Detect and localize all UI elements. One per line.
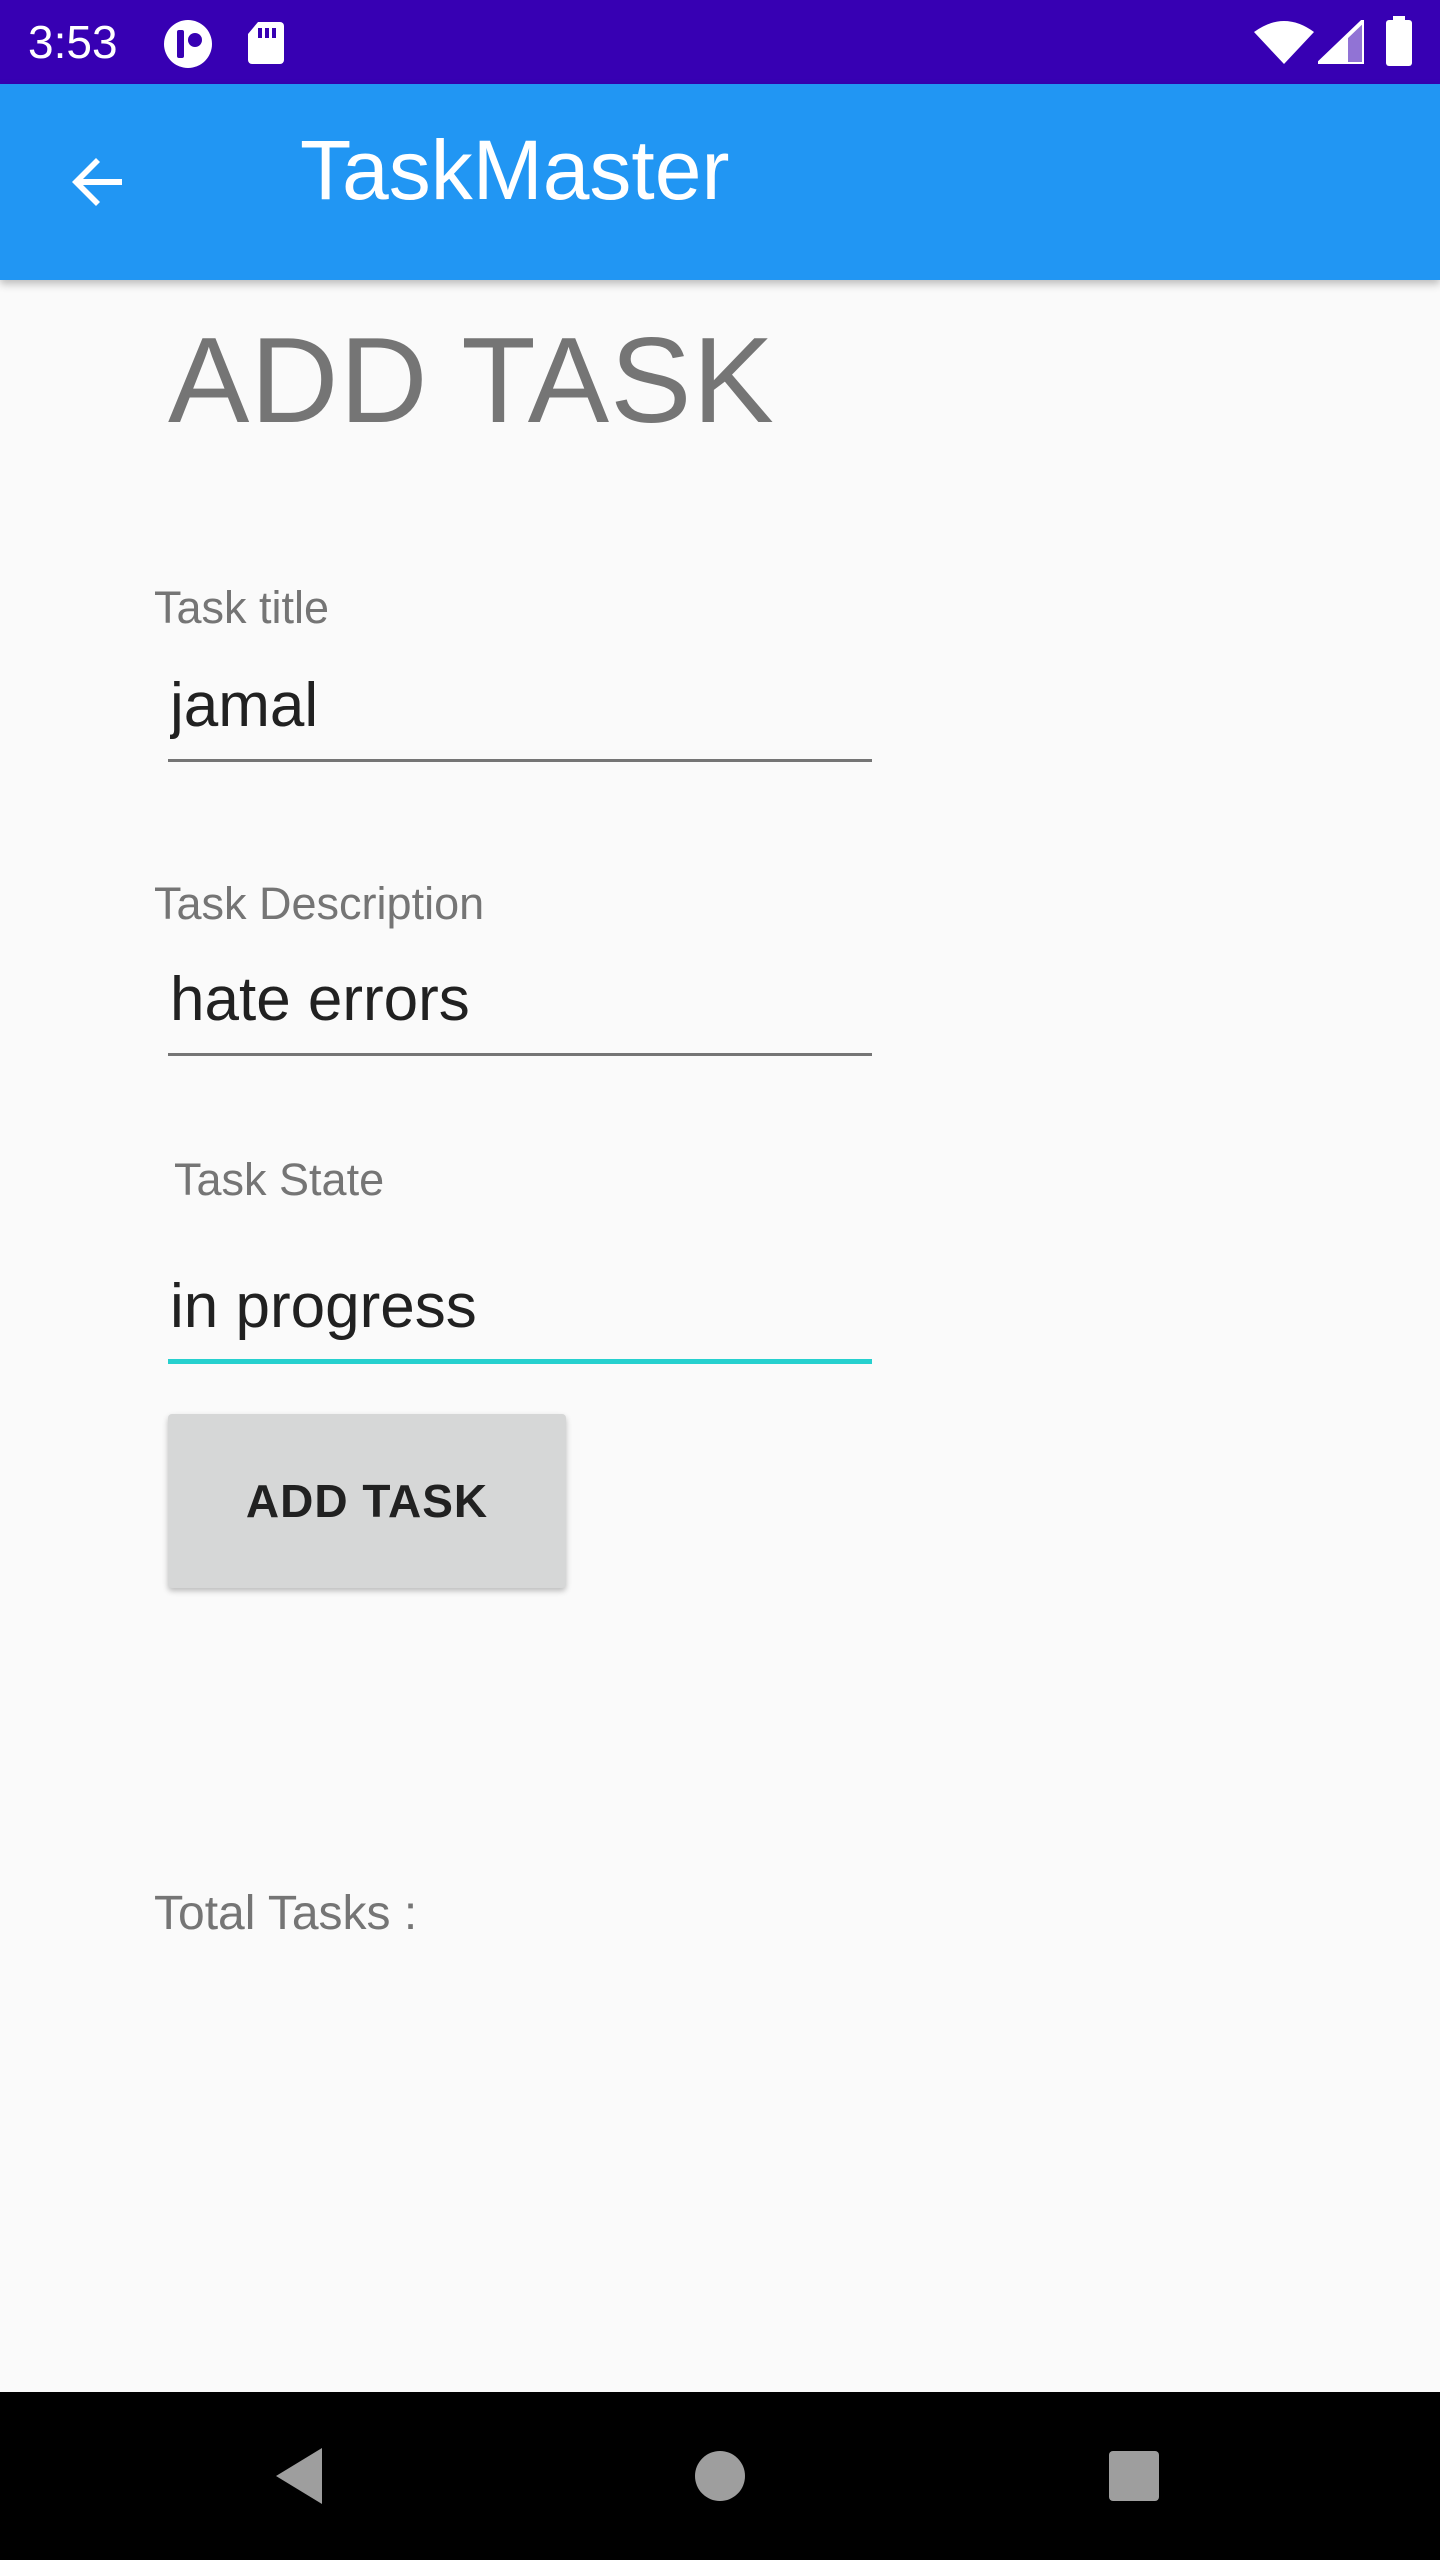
- task-description-input[interactable]: [168, 956, 872, 1056]
- task-state-input[interactable]: [168, 1264, 872, 1364]
- app-bar: TaskMaster: [0, 84, 1440, 280]
- recents-square-icon: [1109, 2451, 1159, 2501]
- task-title-label: Task title: [154, 582, 330, 633]
- add-task-button[interactable]: ADD TASK: [168, 1414, 566, 1588]
- arrow-back-icon: [72, 158, 122, 206]
- battery-icon: [1384, 16, 1414, 71]
- task-title-input[interactable]: [168, 662, 872, 762]
- app-title: TaskMaster: [300, 123, 730, 217]
- sd-card-icon: [246, 20, 286, 71]
- nav-recents-button[interactable]: [1084, 2426, 1184, 2526]
- back-triangle-icon: [276, 2448, 322, 2504]
- task-description-label: Task Description: [154, 878, 485, 929]
- status-bar: 3:53: [0, 0, 1440, 84]
- total-tasks-label: Total Tasks :: [154, 1887, 418, 1940]
- nav-back-button[interactable]: [250, 2426, 350, 2526]
- cell-signal-icon: [1313, 15, 1366, 69]
- nav-home-button[interactable]: [670, 2426, 770, 2526]
- status-time: 3:53: [28, 16, 118, 68]
- wifi-icon: [1254, 20, 1314, 69]
- system-nav-bar: [0, 2392, 1440, 2560]
- home-circle-icon: [695, 2451, 745, 2501]
- back-button[interactable]: [48, 132, 148, 232]
- task-state-label: Task State: [174, 1154, 385, 1205]
- page-title: ADD TASK: [168, 312, 775, 448]
- notification-app-icon: [162, 18, 214, 75]
